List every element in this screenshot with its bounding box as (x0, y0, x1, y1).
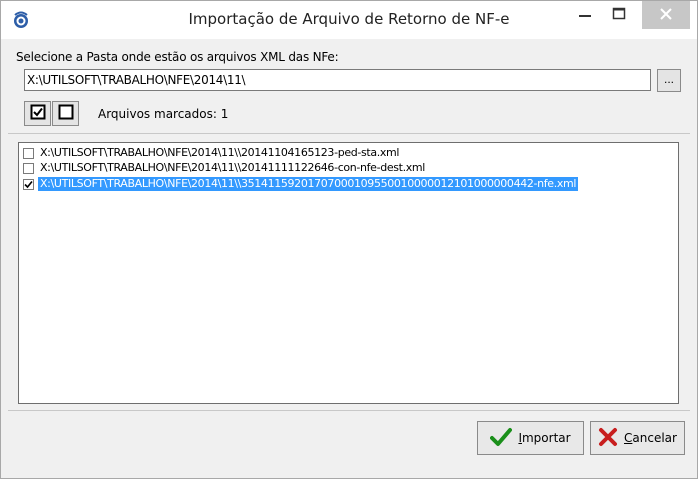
cancel-button[interactable]: Cancelar (590, 421, 685, 455)
minimize-icon (578, 7, 592, 24)
red-x-icon (598, 427, 618, 450)
folder-path-input[interactable]: X:\UTILSOFT\TRABALHO\NFE\2014\11\ (24, 69, 651, 91)
file-checkbox[interactable] (23, 147, 34, 159)
file-path: X:\UTILSOFT\TRABALHO\NFE\2014\11\\201411… (40, 161, 425, 174)
folder-label: Selecione a Pasta onde estão os arquivos… (16, 50, 339, 64)
import-button-label: Importar (518, 431, 571, 445)
browse-folder-button[interactable]: ... (657, 69, 681, 92)
file-checkbox[interactable] (23, 162, 34, 174)
file-list[interactable]: X:\UTILSOFT\TRABALHO\NFE\2014\11\\201411… (18, 142, 679, 404)
close-button[interactable] (642, 1, 690, 29)
maximize-button[interactable] (602, 1, 636, 29)
file-list-item[interactable]: X:\UTILSOFT\TRABALHO\NFE\2014\11\\201411… (21, 161, 678, 175)
close-icon (659, 7, 673, 24)
file-list-item[interactable]: X:\UTILSOFT\TRABALHO\NFE\2014\11\\201411… (21, 146, 678, 160)
import-button[interactable]: Importar (477, 421, 584, 455)
maximize-icon (612, 7, 626, 24)
cancel-button-label: Cancelar (624, 431, 677, 445)
file-path: X:\UTILSOFT\TRABALHO\NFE\2014\11\\351411… (38, 177, 579, 191)
title-bar[interactable]: Importação de Arquivo de Retorno de NF-e (1, 1, 697, 39)
file-checkbox-checked[interactable] (23, 178, 34, 190)
divider (8, 133, 690, 134)
minimize-button[interactable] (568, 1, 602, 29)
check-all-icon (30, 104, 46, 123)
green-check-icon (490, 427, 513, 450)
check-all-button[interactable] (24, 101, 51, 126)
marked-files-count: Arquivos marcados: 1 (98, 107, 229, 121)
divider (8, 410, 690, 411)
file-list-item-selected[interactable]: X:\UTILSOFT\TRABALHO\NFE\2014\11\\351411… (21, 177, 678, 191)
file-path: X:\UTILSOFT\TRABALHO\NFE\2014\11\\201411… (40, 146, 400, 159)
uncheck-all-icon (58, 104, 74, 123)
uncheck-all-button[interactable] (52, 101, 79, 126)
